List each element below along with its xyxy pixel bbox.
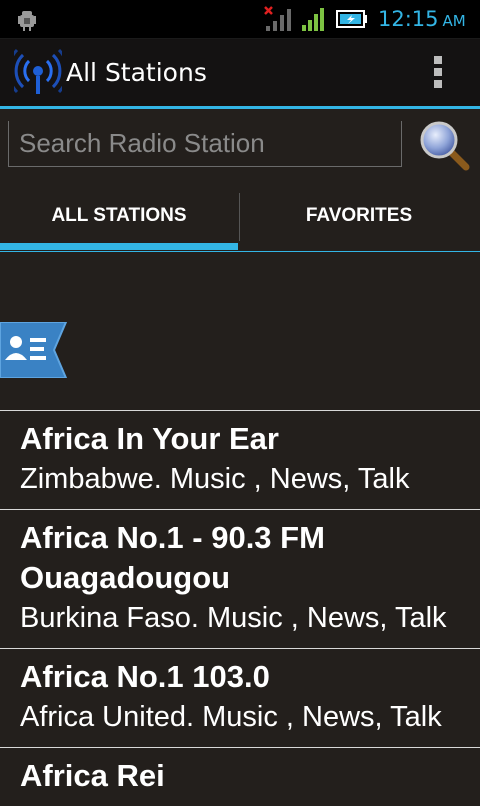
battery-charging-icon <box>336 10 367 28</box>
tab-favorites[interactable]: FAVORITES <box>240 189 478 249</box>
tab-all-stations[interactable]: ALL STATIONS <box>0 189 238 249</box>
signal-no-service-icon <box>264 6 291 31</box>
station-description: Burkina Faso. Music , News, Talk <box>20 602 447 634</box>
station-description: Zimbabwe. Music , News, Talk <box>20 463 410 495</box>
station-name: Africa In Your Ear <box>20 421 279 456</box>
station-name: Africa No.1 103.0 <box>20 659 270 694</box>
clock-ampm: AM <box>442 12 466 30</box>
search-row <box>0 109 480 181</box>
magnifier-icon[interactable] <box>418 119 472 173</box>
tab-bar: ALL STATIONS FAVORITES <box>0 189 480 252</box>
page-title: All Stations <box>66 58 207 87</box>
station-name: Africa No.1 - 90.3 FM Ouagadougou <box>20 520 325 595</box>
station-description: Africa United. Music , News, Talk <box>20 701 442 733</box>
status-bar: 12:15 AM <box>0 0 480 39</box>
action-bar: All Stations <box>0 39 480 109</box>
station-name: Africa Rei <box>20 758 165 793</box>
list-item[interactable]: Africa In Your Ear Zimbabwe. Music , New… <box>0 410 480 509</box>
wifi-signal-icon <box>302 8 324 31</box>
list-item[interactable]: Africa No.1 103.0 Africa United. Music ,… <box>0 648 480 747</box>
search-input[interactable] <box>8 121 402 167</box>
station-list: Africa In Your Ear Zimbabwe. Music , New… <box>0 410 480 806</box>
list-item[interactable]: Africa Rei <box>0 747 480 806</box>
radio-waves-icon[interactable] <box>14 47 62 97</box>
contact-list-icon[interactable] <box>0 322 68 378</box>
list-item[interactable]: Africa No.1 - 90.3 FM Ouagadougou Burkin… <box>0 509 480 648</box>
clock-time: 12:15 <box>378 7 439 31</box>
tab-selected-indicator <box>0 243 238 250</box>
android-debug-icon <box>18 11 36 31</box>
status-clock: 12:15 AM <box>378 5 478 33</box>
overflow-menu-icon[interactable] <box>428 56 448 92</box>
